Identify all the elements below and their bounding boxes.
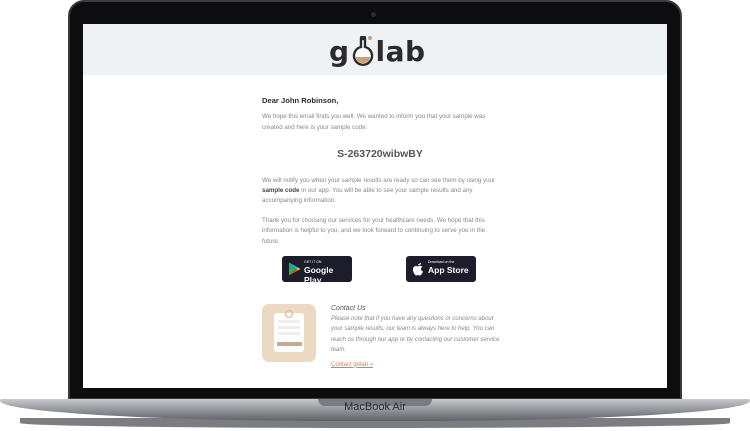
contact-section: Contact Us Please note that if you have … bbox=[262, 304, 501, 376]
app-store-button[interactable]: Download on the App Store bbox=[406, 256, 476, 283]
intro-text: We hope this email finds you well. We wa… bbox=[262, 113, 486, 131]
apple-icon bbox=[413, 263, 423, 276]
sample-code-emphasis: sample code bbox=[262, 187, 300, 195]
device-label: MacBook Air bbox=[344, 401, 406, 413]
contact-text: Contact Us Please note that if you have … bbox=[331, 304, 501, 370]
notify-text: We will notify you when your sample resu… bbox=[262, 176, 496, 205]
google-play-icon bbox=[289, 262, 301, 276]
sample-code: S-263720wibwBY bbox=[337, 148, 423, 161]
clipboard-icon bbox=[262, 304, 316, 363]
google-play-button[interactable]: GET IT ON Google Play bbox=[282, 256, 352, 285]
thanks-text: Thank you for choosing our services for … bbox=[262, 216, 486, 245]
email-body: Dear John Robinson, We hope this email f… bbox=[262, 96, 501, 376]
email-header: g lab bbox=[83, 24, 667, 75]
contact-body: Please note that if you have any questio… bbox=[331, 316, 500, 354]
contact-golab-link[interactable]: Contact golab » bbox=[331, 360, 373, 370]
golab-logo: g lab bbox=[329, 35, 426, 68]
camera-icon bbox=[371, 12, 376, 17]
store-buttons: GET IT ON Google Play Download on the Ap… bbox=[262, 256, 498, 285]
flask-icon bbox=[352, 36, 373, 66]
greeting: Dear John Robinson, bbox=[262, 96, 339, 105]
email-screen: g lab Dear John Robinson, We hope this e… bbox=[83, 24, 667, 388]
contact-title: Contact Us bbox=[331, 305, 366, 313]
